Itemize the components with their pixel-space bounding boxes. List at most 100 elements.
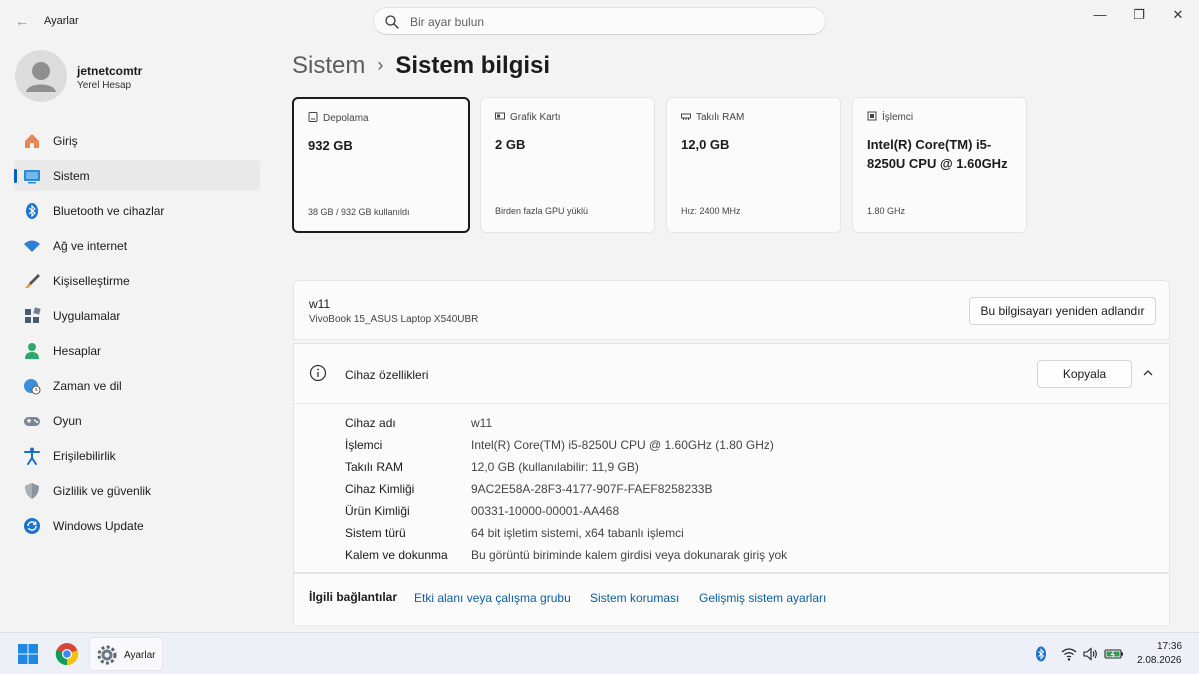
- copy-button[interactable]: Kopyala: [1037, 360, 1132, 388]
- account-type: Yerel Hesap: [77, 80, 132, 91]
- link-domain-workgroup[interactable]: Etki alanı veya çalışma grubu: [414, 591, 571, 605]
- search-box[interactable]: Bir ayar bulun: [373, 7, 826, 35]
- sidebar-nav: Giriş Sistem Bluetooth ve cihazlar Ağ ve…: [14, 125, 260, 545]
- sidebar-item-label: Hesaplar: [53, 344, 102, 358]
- device-specs-title: Cihaz özellikleri: [345, 368, 429, 382]
- taskbar-settings-app[interactable]: Ayarlar: [89, 637, 163, 671]
- close-icon[interactable]: ✕: [1163, 6, 1193, 24]
- rename-pc-button[interactable]: Bu bilgisayarı yeniden adlandır: [969, 297, 1156, 325]
- card-storage[interactable]: Depolama 932 GB 38 GB / 932 GB kullanıld…: [292, 97, 470, 233]
- device-model: VivoBook 15_ASUS Laptop X540UBR: [309, 314, 479, 325]
- clock-time[interactable]: 17:36: [1157, 641, 1182, 652]
- sidebar-item-sistem[interactable]: Sistem: [14, 160, 260, 191]
- sidebar-item-accounts[interactable]: Hesaplar: [14, 335, 260, 366]
- sidebar-item-privacy[interactable]: Gizlilik ve güvenlik: [14, 475, 260, 506]
- taskbar: Ayarlar 17:36 2.08.2026: [0, 632, 1199, 674]
- home-icon: [25, 134, 39, 148]
- sidebar-item-label: Giriş: [53, 134, 78, 148]
- minimize-icon[interactable]: —: [1085, 6, 1115, 24]
- person-icon: [25, 343, 39, 359]
- sidebar-item-giris[interactable]: Giriş: [14, 125, 260, 156]
- back-arrow-icon[interactable]: ←: [12, 12, 32, 30]
- spec-key: Takılı RAM: [345, 460, 404, 474]
- spec-key: Cihaz adı: [345, 416, 396, 430]
- wifi-icon: [24, 240, 40, 252]
- monitor-icon: [24, 170, 40, 184]
- sidebar-item-bluetooth[interactable]: Bluetooth ve cihazlar: [14, 195, 260, 226]
- sidebar-item-personalization[interactable]: Kişiselleştirme: [14, 265, 260, 296]
- title-bar: ← Ayarlar Bir ayar bulun — ❐ ✕: [0, 0, 1199, 42]
- spec-row: Kalem ve dokunma Bu görüntü biriminde kal…: [345, 544, 1125, 566]
- sidebar-item-apps[interactable]: Uygulamalar: [14, 300, 260, 331]
- card-value: 932 GB: [308, 138, 353, 153]
- card-value: 2 GB: [495, 137, 526, 152]
- device-specs-panel: Cihaz özellikleri Kopyala Cihaz adı w11 İ…: [293, 343, 1170, 573]
- link-system-protection[interactable]: Sistem koruması: [590, 591, 679, 605]
- sidebar-item-network[interactable]: Ağ ve internet: [14, 230, 260, 261]
- card-subtext: 1.80 GHz: [867, 206, 906, 216]
- card-title: Grafik Kartı: [510, 112, 561, 123]
- search-input[interactable]: Bir ayar bulun: [410, 15, 484, 29]
- spec-value: 64 bit işletim sistemi, x64 tabanlı işle…: [471, 526, 684, 540]
- info-icon: [309, 364, 327, 382]
- sidebar-item-time-language[interactable]: Zaman ve dil: [14, 370, 260, 401]
- bluetooth-tray-icon[interactable]: [1033, 646, 1049, 662]
- gamepad-icon: [24, 417, 40, 426]
- sidebar-item-label: Uygulamalar: [53, 309, 121, 323]
- sidebar-item-label: Sistem: [53, 169, 90, 183]
- sidebar-item-gaming[interactable]: Oyun: [14, 405, 260, 436]
- device-specs-list: Cihaz adı w11 İşlemci Intel(R) Core(TM) i5…: [345, 412, 1125, 566]
- speaker-icon[interactable]: [1082, 646, 1098, 662]
- windows-start-icon[interactable]: [16, 642, 40, 666]
- spec-row: Sistem türü 64 bit işletim sistemi, x64 t…: [345, 522, 1125, 544]
- wifi-tray-icon[interactable]: [1061, 646, 1077, 662]
- sidebar-item-accessibility[interactable]: Erişilebilirlik: [14, 440, 260, 471]
- card-subtext: Hız: 2400 MHz: [681, 206, 741, 216]
- device-specs-header[interactable]: Cihaz özellikleri Kopyala: [294, 344, 1169, 404]
- chrome-icon[interactable]: [55, 642, 79, 666]
- card-ram[interactable]: Takılı RAM 12,0 GB Hız: 2400 MHz: [666, 97, 841, 233]
- avatar[interactable]: [15, 50, 67, 102]
- user-name: jetnetcomtr: [77, 64, 143, 78]
- spec-row: Cihaz adı w11: [345, 412, 1125, 434]
- card-header: Takılı RAM: [681, 111, 744, 123]
- sidebar-item-label: Erişilebilirlik: [53, 449, 116, 463]
- accessibility-icon: [24, 447, 40, 465]
- sidebar-item-label: Kişiselleştirme: [53, 274, 130, 288]
- card-processor[interactable]: İşlemci Intel(R) Core(TM) i5-8250U CPU @…: [852, 97, 1027, 233]
- spec-value: w11: [471, 416, 493, 430]
- sidebar-item-windows-update[interactable]: Windows Update: [14, 510, 260, 541]
- spec-key: Ürün Kimliği: [345, 504, 410, 518]
- battery-charging-icon[interactable]: [1104, 646, 1124, 662]
- card-graphics[interactable]: Grafik Kartı 2 GB Birden fazla GPU yüklü: [480, 97, 655, 233]
- breadcrumb-parent[interactable]: Sistem: [292, 52, 365, 79]
- breadcrumb-separator: ›: [377, 55, 384, 75]
- device-name-panel: w11 VivoBook 15_ASUS Laptop X540UBR Bu b…: [293, 280, 1170, 340]
- chevron-up-icon[interactable]: [1141, 366, 1155, 380]
- bluetooth-icon: [26, 203, 38, 219]
- restore-icon[interactable]: ❐: [1124, 6, 1154, 24]
- spec-key: İşlemci: [345, 438, 383, 452]
- card-header: İşlemci: [867, 111, 913, 123]
- spec-value: 00331-10000-00001-AA468: [471, 504, 620, 518]
- gpu-icon: [495, 112, 505, 120]
- storage-icon: [308, 112, 318, 122]
- breadcrumb: Sistem › Sistem bilgisi: [292, 52, 550, 80]
- spec-row: İşlemci Intel(R) Core(TM) i5-8250U CPU @ …: [345, 434, 1125, 456]
- gear-icon: [97, 645, 117, 665]
- brush-icon: [25, 274, 40, 289]
- spec-value: Intel(R) Core(TM) i5-8250U CPU @ 1.60GHz…: [471, 438, 774, 452]
- sidebar-item-label: Oyun: [53, 414, 82, 428]
- card-subtext: Birden fazla GPU yüklü: [495, 206, 589, 216]
- taskbar-app-label: Ayarlar: [124, 650, 156, 661]
- link-advanced-system-settings[interactable]: Gelişmiş sistem ayarları: [699, 591, 826, 605]
- card-header: Grafik Kartı: [495, 111, 561, 123]
- clock-date[interactable]: 2.08.2026: [1137, 655, 1182, 666]
- apps-icon: [25, 307, 41, 323]
- card-subtext: 38 GB / 932 GB kullanıldı: [308, 207, 410, 217]
- spec-key: Cihaz Kimliği: [345, 482, 415, 496]
- related-links-label: İlgili bağlantılar: [309, 590, 398, 604]
- device-name: w11: [309, 297, 331, 311]
- spec-value: 9AC2E58A-28F3-4177-907F-FAEF8258233B: [471, 482, 713, 496]
- spec-value: 12,0 GB (kullanılabilir: 11,9 GB): [471, 460, 639, 474]
